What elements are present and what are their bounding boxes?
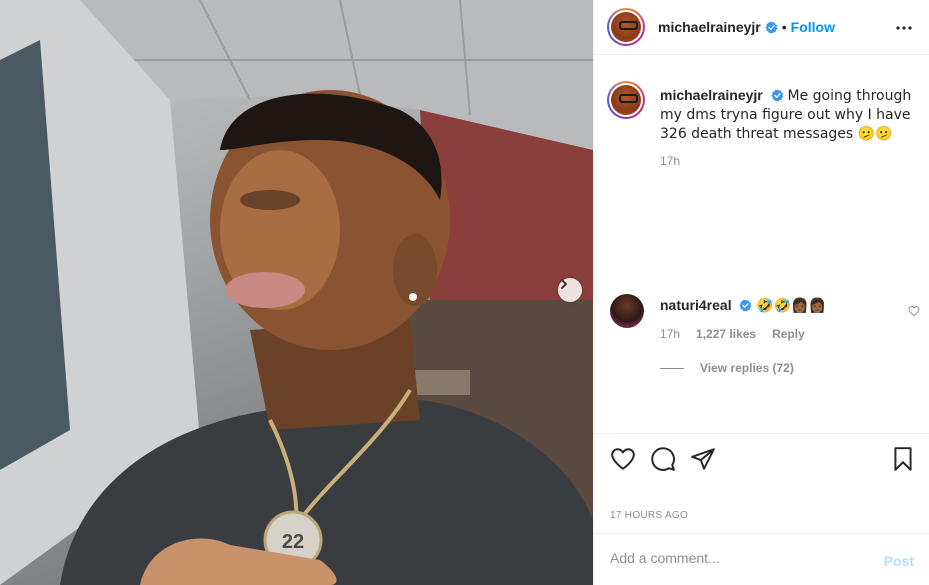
post-sidebar: michaelraineyjr • Follow michaelraineyjr…: [593, 0, 929, 585]
comment-likes[interactable]: 1,227 likes: [696, 327, 756, 341]
comment-form: Post: [594, 533, 929, 585]
action-bar: [594, 433, 929, 485]
reply-button[interactable]: Reply: [772, 327, 805, 341]
verified-badge-icon: [771, 89, 784, 102]
send-icon[interactable]: [690, 446, 716, 472]
comment-input[interactable]: [610, 550, 860, 566]
caption-time[interactable]: 17h: [660, 154, 680, 168]
view-replies-button[interactable]: View replies (72): [660, 361, 794, 375]
author-username[interactable]: michaelraineyjr: [658, 19, 761, 35]
verified-badge-icon: [740, 299, 752, 312]
author-avatar[interactable]: [607, 8, 645, 46]
photo-illustration: 22: [0, 0, 593, 585]
pendant-number: 22: [282, 531, 304, 553]
view-replies-label: View replies (72): [700, 361, 794, 375]
comment-time[interactable]: 17h: [660, 327, 680, 341]
heart-icon[interactable]: [610, 446, 636, 472]
commenter-username[interactable]: naturi4real: [660, 297, 732, 313]
bookmark-icon[interactable]: [890, 446, 916, 472]
heart-icon[interactable]: [908, 305, 920, 317]
post-header: michaelraineyjr • Follow: [594, 0, 929, 55]
comment-icon[interactable]: [650, 446, 676, 472]
post-timestamp[interactable]: 17 HOURS AGO: [610, 510, 688, 521]
more-horizontal-icon[interactable]: [894, 18, 914, 38]
chevron-right-icon: [561, 279, 567, 289]
header-separator: •: [781, 19, 787, 35]
next-photo-button[interactable]: [558, 278, 582, 302]
caption-username[interactable]: michaelraineyjr: [660, 87, 763, 103]
post-button[interactable]: Post: [884, 553, 914, 569]
comment-meta: 17h 1,227 likes Reply: [660, 327, 805, 341]
caption-text-block: michaelraineyjr Me going through my dms …: [660, 86, 922, 143]
caption-avatar[interactable]: [607, 81, 645, 119]
comment-text: 🤣🤣👩🏾👩🏾: [756, 298, 827, 314]
replies-divider: [660, 367, 684, 369]
comment-text-block: naturi4real 🤣🤣👩🏾👩🏾: [660, 296, 900, 315]
commenter-avatar[interactable]: [610, 294, 644, 328]
follow-button[interactable]: Follow: [791, 19, 835, 35]
verified-badge-icon: [765, 20, 778, 33]
post-photo[interactable]: 22: [0, 0, 593, 585]
